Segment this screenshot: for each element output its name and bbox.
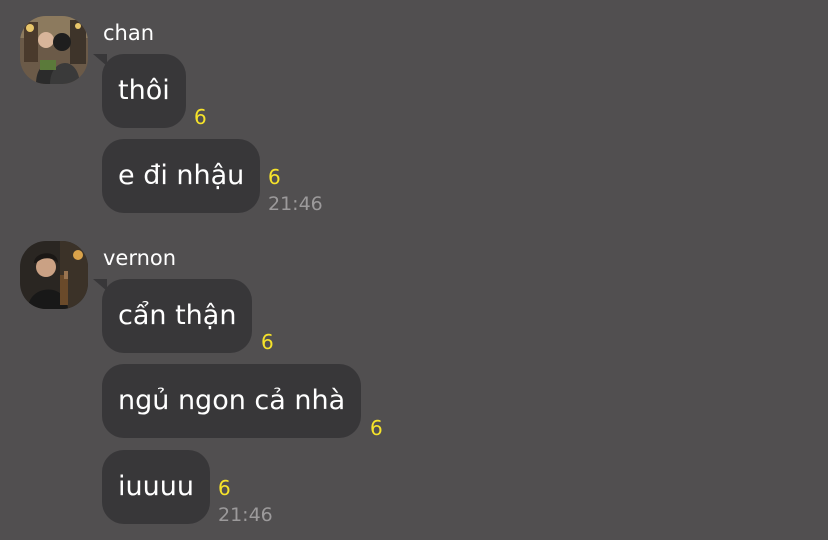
unread-count: 6 (218, 476, 231, 500)
avatar-chan[interactable] (20, 16, 88, 84)
unread-count: 6 (194, 105, 207, 129)
user-avatar-icon (20, 16, 88, 84)
unread-count: 6 (268, 165, 281, 189)
chat-thread: chan thôi 6 e đi nhậu 6 21:46 vernon cẩn… (0, 0, 828, 540)
sender-name: chan (103, 21, 155, 45)
message-bubble[interactable]: iuuuu (102, 450, 210, 524)
message-bubble[interactable]: thôi (93, 54, 186, 128)
message-time: 21:46 (218, 504, 273, 526)
user-avatar-icon (20, 241, 88, 309)
unread-count: 6 (261, 330, 274, 354)
message-bubble[interactable]: cẩn thận (92, 279, 253, 353)
message-bubble[interactable]: ngủ ngon cả nhà (102, 364, 362, 438)
unread-count: 6 (370, 416, 383, 440)
sender-name: vernon (103, 246, 177, 270)
message-time: 21:46 (268, 193, 323, 215)
avatar-vernon[interactable] (20, 241, 88, 309)
message-bubble[interactable]: e đi nhậu (102, 139, 261, 213)
